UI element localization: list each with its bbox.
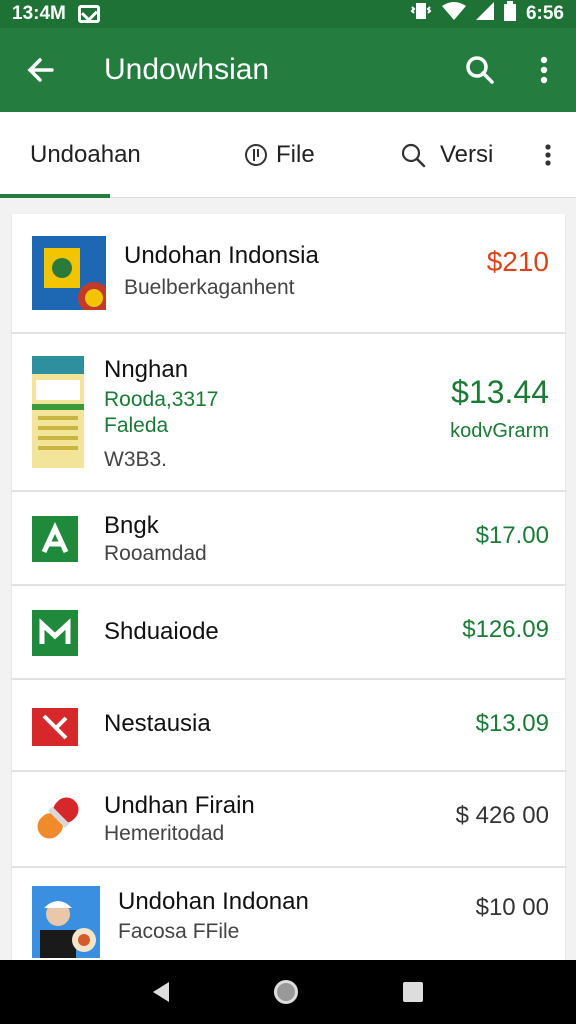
list-item[interactable]: Bngk Rooamdad $17.00 bbox=[12, 492, 565, 586]
nav-back-icon[interactable] bbox=[152, 982, 169, 1002]
listing-price: $13.09 bbox=[475, 710, 549, 737]
nav-recents-icon[interactable] bbox=[403, 982, 424, 1002]
search-icon bbox=[401, 143, 426, 167]
more-vert-icon bbox=[540, 56, 548, 84]
battery-icon bbox=[503, 1, 516, 27]
list-item[interactable]: Shduaiode $126.09 bbox=[12, 586, 565, 680]
status-battery-time: 6:56 bbox=[525, 3, 564, 24]
tab-label: Versi bbox=[440, 140, 494, 168]
listing-price: $10 00 bbox=[475, 894, 549, 921]
status-bar: 13:4M 6:56 bbox=[0, 0, 576, 28]
overflow-menu-button[interactable] bbox=[512, 28, 576, 112]
app-title: Undowhsian bbox=[104, 53, 270, 86]
letter-a-icon bbox=[32, 516, 78, 562]
listing-title: Shduaiode bbox=[104, 618, 219, 645]
listing-subtitle: Hemeritodad bbox=[104, 822, 225, 845]
letter-m-icon bbox=[32, 610, 78, 656]
listing-title: Undohan Indonan bbox=[118, 888, 309, 915]
tab-undoahan[interactable]: Undoahan bbox=[0, 112, 210, 198]
listing-title: Undhan Firain bbox=[104, 792, 255, 819]
tab-bar: Undoahan File Versi bbox=[0, 112, 576, 198]
letter-k-icon bbox=[32, 708, 78, 746]
more-vert-icon bbox=[545, 143, 551, 166]
arrow-left-icon bbox=[27, 58, 54, 82]
listing-detail: Faleda bbox=[104, 414, 169, 437]
listing-subtitle: Buelberkaganhent bbox=[124, 276, 295, 299]
search-icon bbox=[466, 56, 494, 84]
nav-home-icon[interactable] bbox=[273, 980, 298, 1004]
listing-title: Bngk bbox=[104, 512, 159, 539]
listing-thumbnail bbox=[32, 886, 100, 958]
listing-price: $17.00 bbox=[475, 522, 549, 549]
tab-versi[interactable]: Versi bbox=[360, 112, 520, 198]
listing-subtitle: Facosa FFile bbox=[118, 920, 240, 943]
listing-location: Rooda,3317 bbox=[104, 388, 219, 411]
listing-price: $126.09 bbox=[462, 616, 549, 643]
listing-title: Nestausia bbox=[104, 710, 211, 737]
mail-icon bbox=[77, 5, 100, 23]
list-item[interactable]: Undhan Firain Hemeritodad $ 426 00 bbox=[12, 772, 565, 868]
list-item[interactable]: Undohan Indonsia Buelberkaganhent $210 bbox=[12, 214, 565, 334]
tab-label: File bbox=[276, 140, 315, 168]
list-item[interactable]: Nestausia $13.09 bbox=[12, 680, 565, 772]
listing-thumbnail bbox=[32, 236, 106, 310]
app-bar: Undowhsian bbox=[0, 28, 576, 112]
wifi-icon bbox=[441, 2, 466, 26]
vibrate-icon bbox=[410, 1, 432, 27]
status-time: 13:4M bbox=[12, 3, 66, 24]
listing-thumbnail bbox=[32, 356, 84, 468]
list-item[interactable]: Undohan Indonan Facosa FFile $10 00 bbox=[12, 868, 565, 962]
signal-icon bbox=[475, 2, 494, 26]
file-icon bbox=[245, 143, 267, 166]
listing-price: $ 426 00 bbox=[455, 802, 549, 829]
list-item[interactable]: Nnghan Rooda,3317 Faleda W3B3. $13.44 ko… bbox=[12, 334, 565, 492]
listing-price-sub: kodvGrarm bbox=[450, 420, 549, 442]
system-nav-bar bbox=[0, 960, 576, 1024]
listing-title: Undohan Indonsia bbox=[124, 242, 319, 269]
tab-label: Undoahan bbox=[30, 140, 141, 168]
listing-price: $13.44 bbox=[451, 374, 549, 410]
listing-price: $210 bbox=[486, 246, 549, 277]
pill-icon bbox=[37, 797, 79, 839]
listing-title: Nnghan bbox=[104, 356, 189, 383]
back-button[interactable] bbox=[0, 28, 80, 112]
listing-list: Undohan Indonsia Buelberkaganhent $210 N… bbox=[12, 214, 565, 962]
listing-subtitle: Rooamdad bbox=[104, 542, 207, 565]
listing-code: W3B3. bbox=[104, 448, 168, 471]
search-button[interactable] bbox=[448, 28, 512, 112]
tab-overflow-button[interactable] bbox=[520, 112, 576, 198]
tab-file[interactable]: File bbox=[210, 112, 360, 198]
